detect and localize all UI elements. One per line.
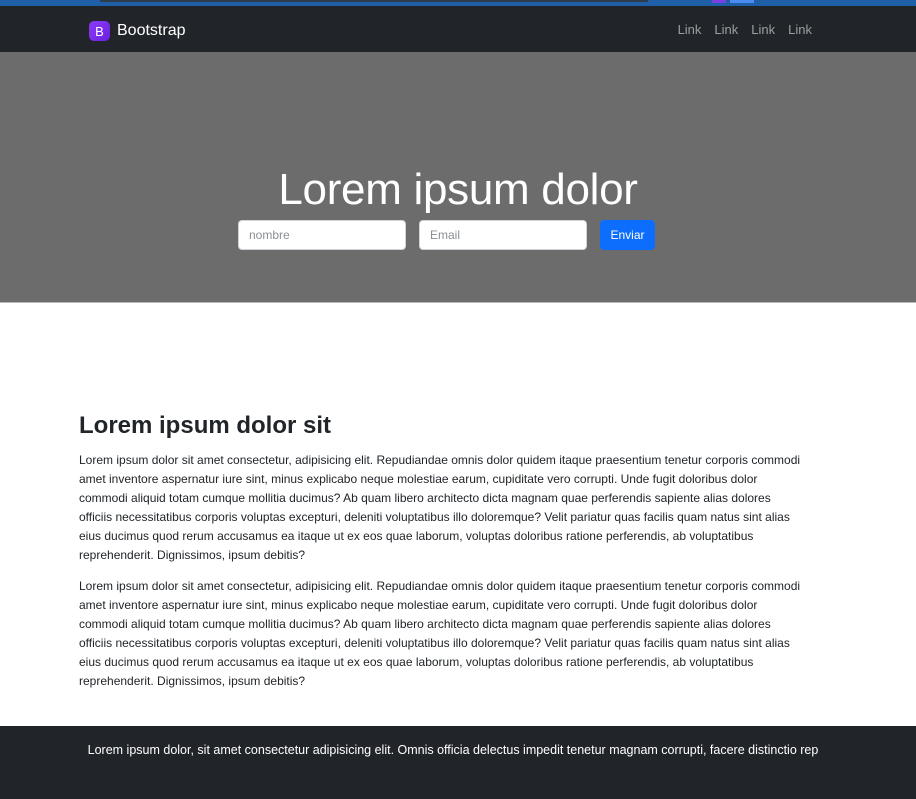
- hero-title: Lorem ipsum dolor: [278, 165, 638, 214]
- nav-link-2[interactable]: Link: [714, 22, 738, 37]
- main-content: Lorem ipsum dolor sit Lorem ipsum dolor …: [79, 408, 807, 703]
- browser-strip-bar: [100, 0, 648, 2]
- submit-button[interactable]: Enviar: [600, 220, 655, 250]
- email-input[interactable]: [419, 220, 587, 250]
- name-input[interactable]: [238, 220, 406, 250]
- nav-links: Link Link Link Link: [678, 22, 812, 37]
- nav-link-4[interactable]: Link: [788, 22, 812, 37]
- browser-strip-chip: [712, 0, 726, 3]
- signup-form: Enviar: [238, 220, 655, 250]
- footer-text: Lorem ipsum dolor, sit amet consectetur …: [87, 743, 819, 757]
- footer: Lorem ipsum dolor, sit amet consectetur …: [0, 726, 916, 799]
- navbar: B Bootstrap Link Link Link Link: [0, 6, 916, 52]
- hero-section: Lorem ipsum dolor Enviar: [0, 52, 916, 303]
- nav-link-3[interactable]: Link: [751, 22, 775, 37]
- content-heading: Lorem ipsum dolor sit: [79, 412, 332, 439]
- browser-strip-chip: [730, 0, 754, 3]
- nav-link-1[interactable]: Link: [678, 22, 702, 37]
- bootstrap-logo-icon: B: [89, 21, 110, 41]
- content-paragraph: Lorem ipsum dolor sit amet consectetur, …: [79, 579, 801, 688]
- navbar-brand[interactable]: B Bootstrap: [89, 20, 185, 42]
- brand-text: Bootstrap: [117, 22, 186, 39]
- content-paragraph: Lorem ipsum dolor sit amet consectetur, …: [79, 453, 801, 562]
